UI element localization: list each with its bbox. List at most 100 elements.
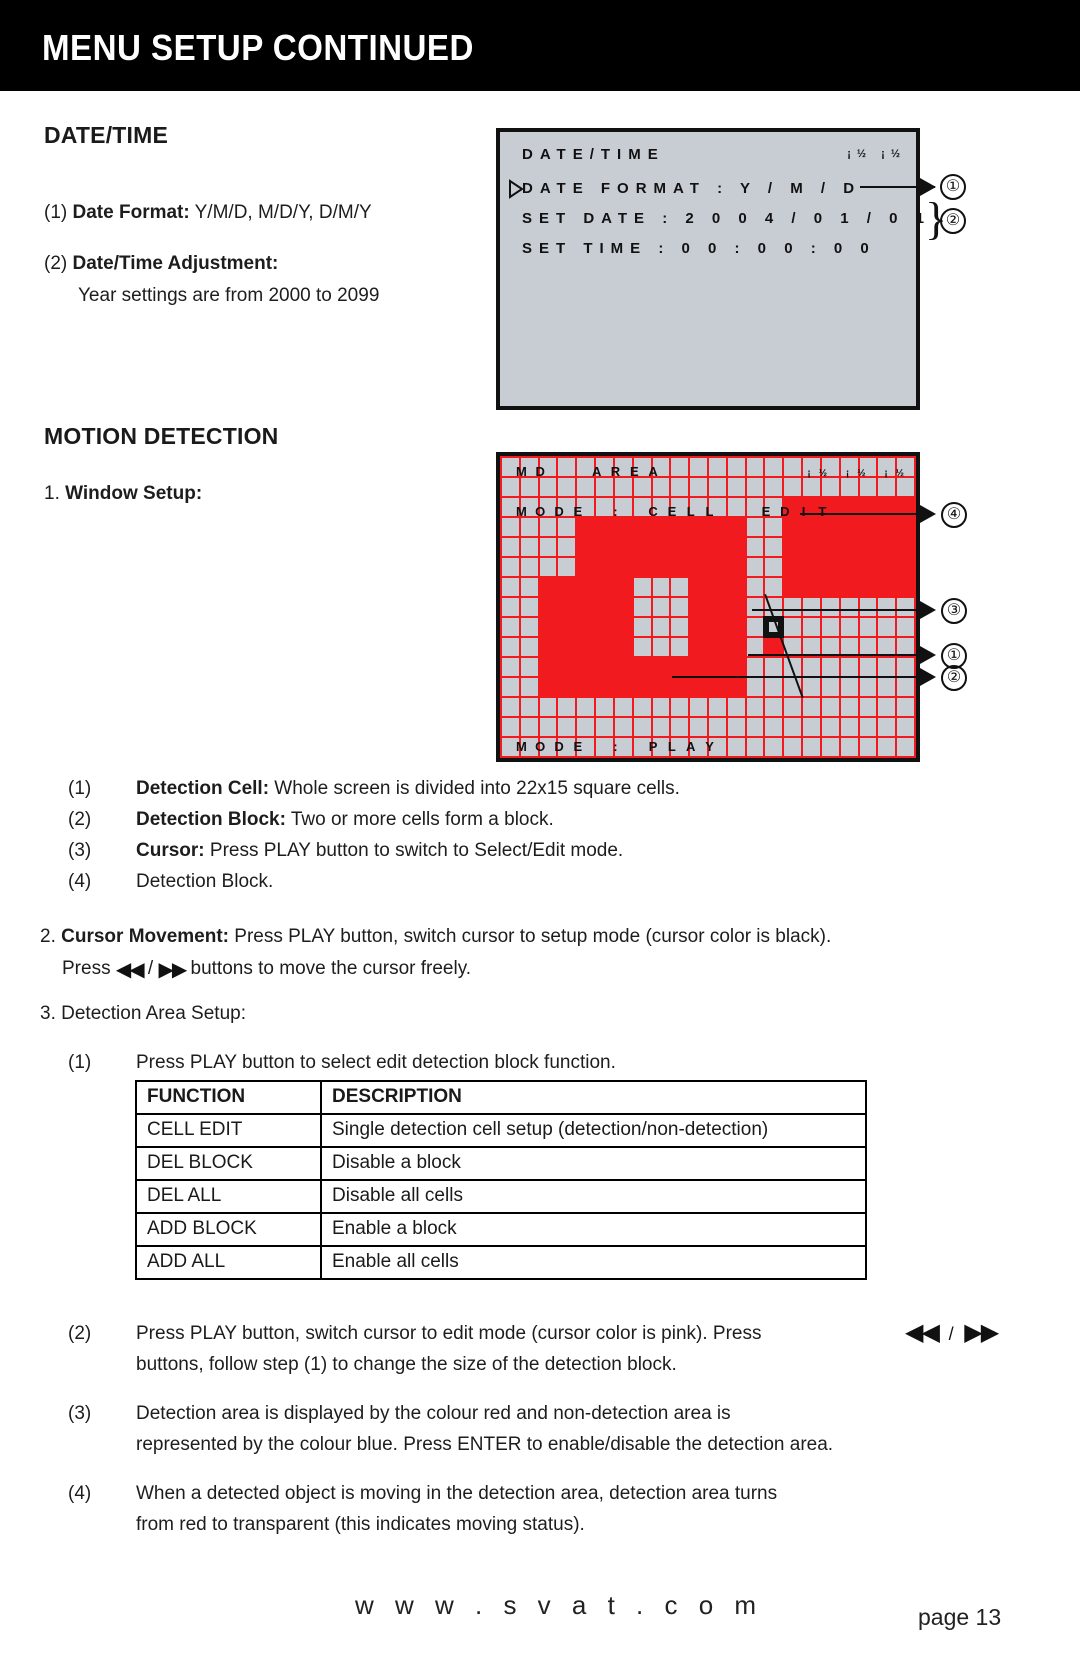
md-cell[interactable] bbox=[859, 658, 877, 676]
md-cell[interactable] bbox=[614, 458, 632, 476]
md-cell[interactable] bbox=[596, 738, 613, 756]
md-cell[interactable] bbox=[652, 598, 670, 616]
md-cell[interactable] bbox=[577, 558, 595, 576]
md-cell[interactable] bbox=[709, 598, 726, 616]
md-cell[interactable] bbox=[897, 698, 914, 716]
md-cell[interactable] bbox=[520, 478, 538, 496]
md-cell[interactable] bbox=[520, 618, 538, 636]
md-cell[interactable] bbox=[539, 498, 557, 516]
md-cell[interactable] bbox=[671, 458, 689, 476]
md-cell[interactable] bbox=[859, 698, 877, 716]
md-cell[interactable] bbox=[520, 598, 538, 616]
md-cell[interactable] bbox=[652, 738, 670, 756]
md-cell[interactable] bbox=[596, 598, 613, 616]
md-cell[interactable] bbox=[577, 738, 595, 756]
md-cell[interactable] bbox=[690, 518, 707, 536]
md-cell[interactable] bbox=[614, 518, 632, 536]
md-cell[interactable] bbox=[690, 558, 707, 576]
md-cell[interactable] bbox=[746, 698, 764, 716]
md-cell[interactable] bbox=[727, 518, 745, 536]
md-cell[interactable] bbox=[709, 638, 726, 656]
md-cell[interactable] bbox=[784, 618, 802, 636]
md-cell[interactable] bbox=[633, 658, 651, 676]
md-cell[interactable] bbox=[878, 518, 896, 536]
md-cell[interactable] bbox=[765, 498, 783, 516]
md-cell[interactable] bbox=[765, 658, 783, 676]
md-cell[interactable] bbox=[784, 718, 802, 736]
md-cell[interactable] bbox=[671, 698, 689, 716]
md-cell[interactable] bbox=[746, 518, 764, 536]
md-cell[interactable] bbox=[859, 538, 877, 556]
md-cell[interactable] bbox=[878, 598, 896, 616]
md-cell[interactable] bbox=[502, 478, 519, 496]
md-cell[interactable] bbox=[596, 578, 613, 596]
md-cell[interactable] bbox=[784, 698, 802, 716]
md-cell[interactable] bbox=[784, 458, 802, 476]
md-cell[interactable] bbox=[765, 738, 783, 756]
md-cell[interactable] bbox=[859, 678, 877, 696]
md-cell[interactable] bbox=[690, 578, 707, 596]
md-cell[interactable] bbox=[520, 538, 538, 556]
md-cell[interactable] bbox=[765, 458, 783, 476]
md-cell[interactable] bbox=[897, 458, 914, 476]
md-cell[interactable] bbox=[878, 738, 896, 756]
md-cell[interactable] bbox=[614, 578, 632, 596]
md-cell[interactable] bbox=[652, 578, 670, 596]
md-cell[interactable] bbox=[690, 618, 707, 636]
md-cell[interactable] bbox=[821, 698, 839, 716]
md-cell[interactable] bbox=[614, 658, 632, 676]
md-cell[interactable] bbox=[633, 618, 651, 636]
md-cell[interactable] bbox=[878, 618, 896, 636]
md-cell[interactable] bbox=[520, 638, 538, 656]
md-cell[interactable] bbox=[633, 538, 651, 556]
md-cell[interactable] bbox=[558, 618, 576, 636]
md-cell[interactable] bbox=[859, 738, 877, 756]
md-cell[interactable] bbox=[652, 678, 670, 696]
md-cell[interactable] bbox=[727, 478, 745, 496]
md-cell[interactable] bbox=[539, 678, 557, 696]
md-cell[interactable] bbox=[803, 698, 820, 716]
md-cell[interactable] bbox=[652, 638, 670, 656]
md-cell[interactable] bbox=[539, 478, 557, 496]
md-cell[interactable] bbox=[840, 558, 858, 576]
md-cell[interactable] bbox=[859, 618, 877, 636]
md-cell[interactable] bbox=[614, 718, 632, 736]
md-cell[interactable] bbox=[878, 658, 896, 676]
md-cell[interactable] bbox=[727, 638, 745, 656]
md-cell[interactable] bbox=[652, 718, 670, 736]
md-cell[interactable] bbox=[502, 578, 519, 596]
md-cell[interactable] bbox=[709, 498, 726, 516]
md-cell[interactable] bbox=[784, 478, 802, 496]
md-cell[interactable] bbox=[765, 558, 783, 576]
md-cell[interactable] bbox=[539, 558, 557, 576]
md-cell[interactable] bbox=[746, 558, 764, 576]
md-cell[interactable] bbox=[784, 538, 802, 556]
md-cell[interactable] bbox=[803, 458, 820, 476]
md-cell[interactable] bbox=[502, 698, 519, 716]
md-cell[interactable] bbox=[727, 538, 745, 556]
md-cell[interactable] bbox=[746, 498, 764, 516]
md-cell[interactable] bbox=[765, 678, 783, 696]
md-cell[interactable] bbox=[633, 498, 651, 516]
md-cell[interactable] bbox=[558, 538, 576, 556]
md-cell[interactable] bbox=[671, 558, 689, 576]
md-cell[interactable] bbox=[671, 738, 689, 756]
md-cell[interactable] bbox=[897, 738, 914, 756]
md-cell[interactable] bbox=[746, 738, 764, 756]
md-cell[interactable] bbox=[840, 698, 858, 716]
md-cell[interactable] bbox=[652, 658, 670, 676]
md-cell[interactable] bbox=[746, 478, 764, 496]
md-cell[interactable] bbox=[671, 678, 689, 696]
md-cell[interactable] bbox=[502, 498, 519, 516]
md-cell[interactable] bbox=[784, 498, 802, 516]
md-cell[interactable] bbox=[558, 698, 576, 716]
md-cell[interactable] bbox=[727, 658, 745, 676]
md-cell[interactable] bbox=[709, 718, 726, 736]
md-cell[interactable] bbox=[897, 558, 914, 576]
md-cell[interactable] bbox=[577, 498, 595, 516]
md-cell[interactable] bbox=[671, 718, 689, 736]
md-cell[interactable] bbox=[652, 498, 670, 516]
md-cell[interactable] bbox=[671, 538, 689, 556]
md-cell[interactable] bbox=[746, 458, 764, 476]
md-cell[interactable] bbox=[633, 558, 651, 576]
